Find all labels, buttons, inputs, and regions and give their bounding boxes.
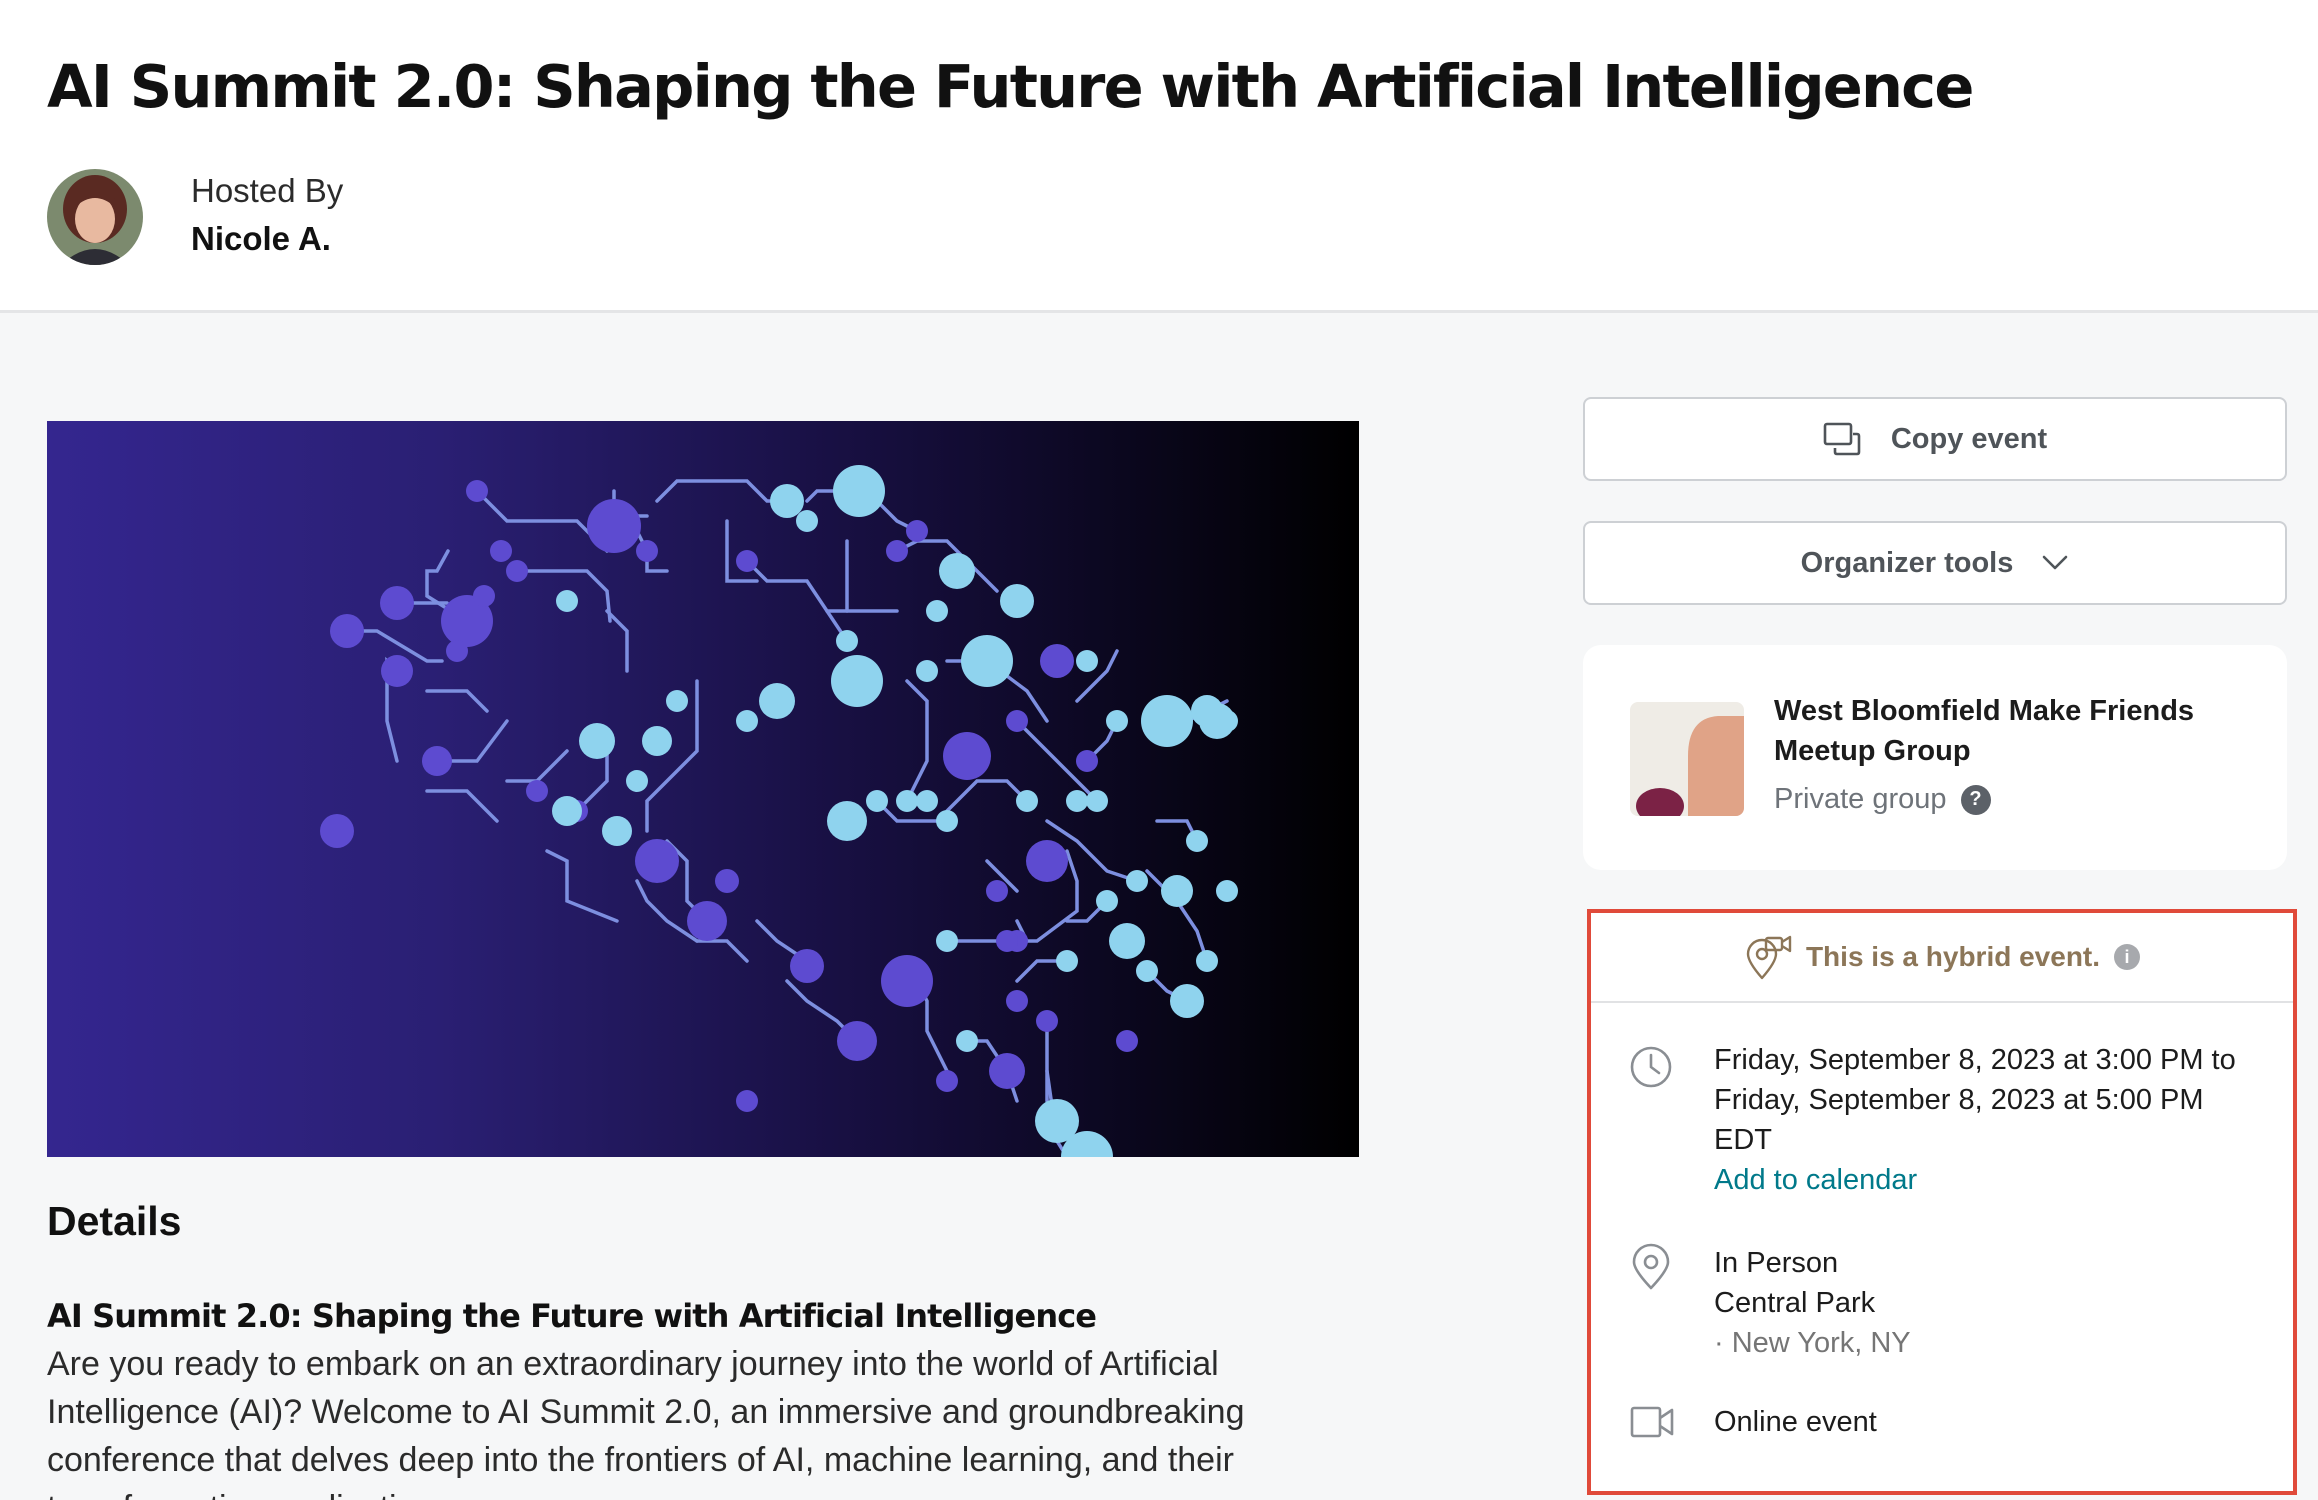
page-title: AI Summit 2.0: Shaping the Future with A… xyxy=(47,52,1974,121)
chevron-down-icon xyxy=(2041,554,2069,572)
group-card[interactable]: West Bloomfield Make Friends Meetup Grou… xyxy=(1583,645,2287,870)
event-time: Friday, September 8, 2023 at 3:00 PM to … xyxy=(1714,1040,2254,1200)
venue-name[interactable]: Central Park xyxy=(1714,1283,2254,1323)
clock-icon xyxy=(1629,1045,1673,1094)
location-pin-icon xyxy=(1629,1243,1673,1296)
avatar[interactable] xyxy=(47,169,143,265)
video-camera-icon xyxy=(1629,1403,1675,1446)
group-privacy-label: Private group xyxy=(1774,783,1947,815)
copy-event-label: Copy event xyxy=(1890,422,2048,455)
host-label: Hosted By xyxy=(191,172,344,209)
location-type: In Person xyxy=(1714,1247,1839,1279)
hybrid-location-icon xyxy=(1744,934,1792,980)
host-name[interactable]: Nicole A. xyxy=(191,220,331,258)
online-event-label: Online event xyxy=(1714,1406,1877,1438)
copy-icon xyxy=(1823,422,1861,456)
group-name[interactable]: West Bloomfield Make Friends Meetup Grou… xyxy=(1774,691,2244,771)
help-icon[interactable]: ? xyxy=(1960,784,1991,815)
details-heading: Details xyxy=(47,1198,182,1244)
details-subtitle: AI Summit 2.0: Shaping the Future with A… xyxy=(47,1297,1097,1335)
group-privacy: Private group ? xyxy=(1774,783,1991,816)
group-logo xyxy=(1630,702,1744,816)
organizer-tools-label: Organizer tools xyxy=(1800,546,2014,579)
event-time-text: Friday, September 8, 2023 at 3:00 PM to … xyxy=(1714,1044,2236,1156)
add-to-calendar-link[interactable]: Add to calendar xyxy=(1714,1160,2254,1200)
event-banner-image xyxy=(47,421,1359,1157)
hybrid-event-label: This is a hybrid event. xyxy=(1805,941,2101,972)
event-info-card: This is a hybrid event. i Friday, Septem… xyxy=(1587,909,2297,1495)
organizer-tools-button[interactable]: Organizer tools xyxy=(1583,521,2287,605)
info-icon[interactable]: i xyxy=(2114,944,2141,970)
circuit-brain-illustration xyxy=(320,465,1238,1157)
event-location: In Person Central Park · New York, NY xyxy=(1714,1243,2254,1363)
event-header: AI Summit 2.0: Shaping the Future with A… xyxy=(0,0,2318,313)
venue-city: · New York, NY xyxy=(1714,1327,1911,1359)
details-description: Are you ready to embark on an extraordin… xyxy=(47,1345,1245,1500)
hybrid-event-notice: This is a hybrid event. i xyxy=(1591,913,2293,1003)
copy-event-button[interactable]: Copy event xyxy=(1583,397,2287,481)
